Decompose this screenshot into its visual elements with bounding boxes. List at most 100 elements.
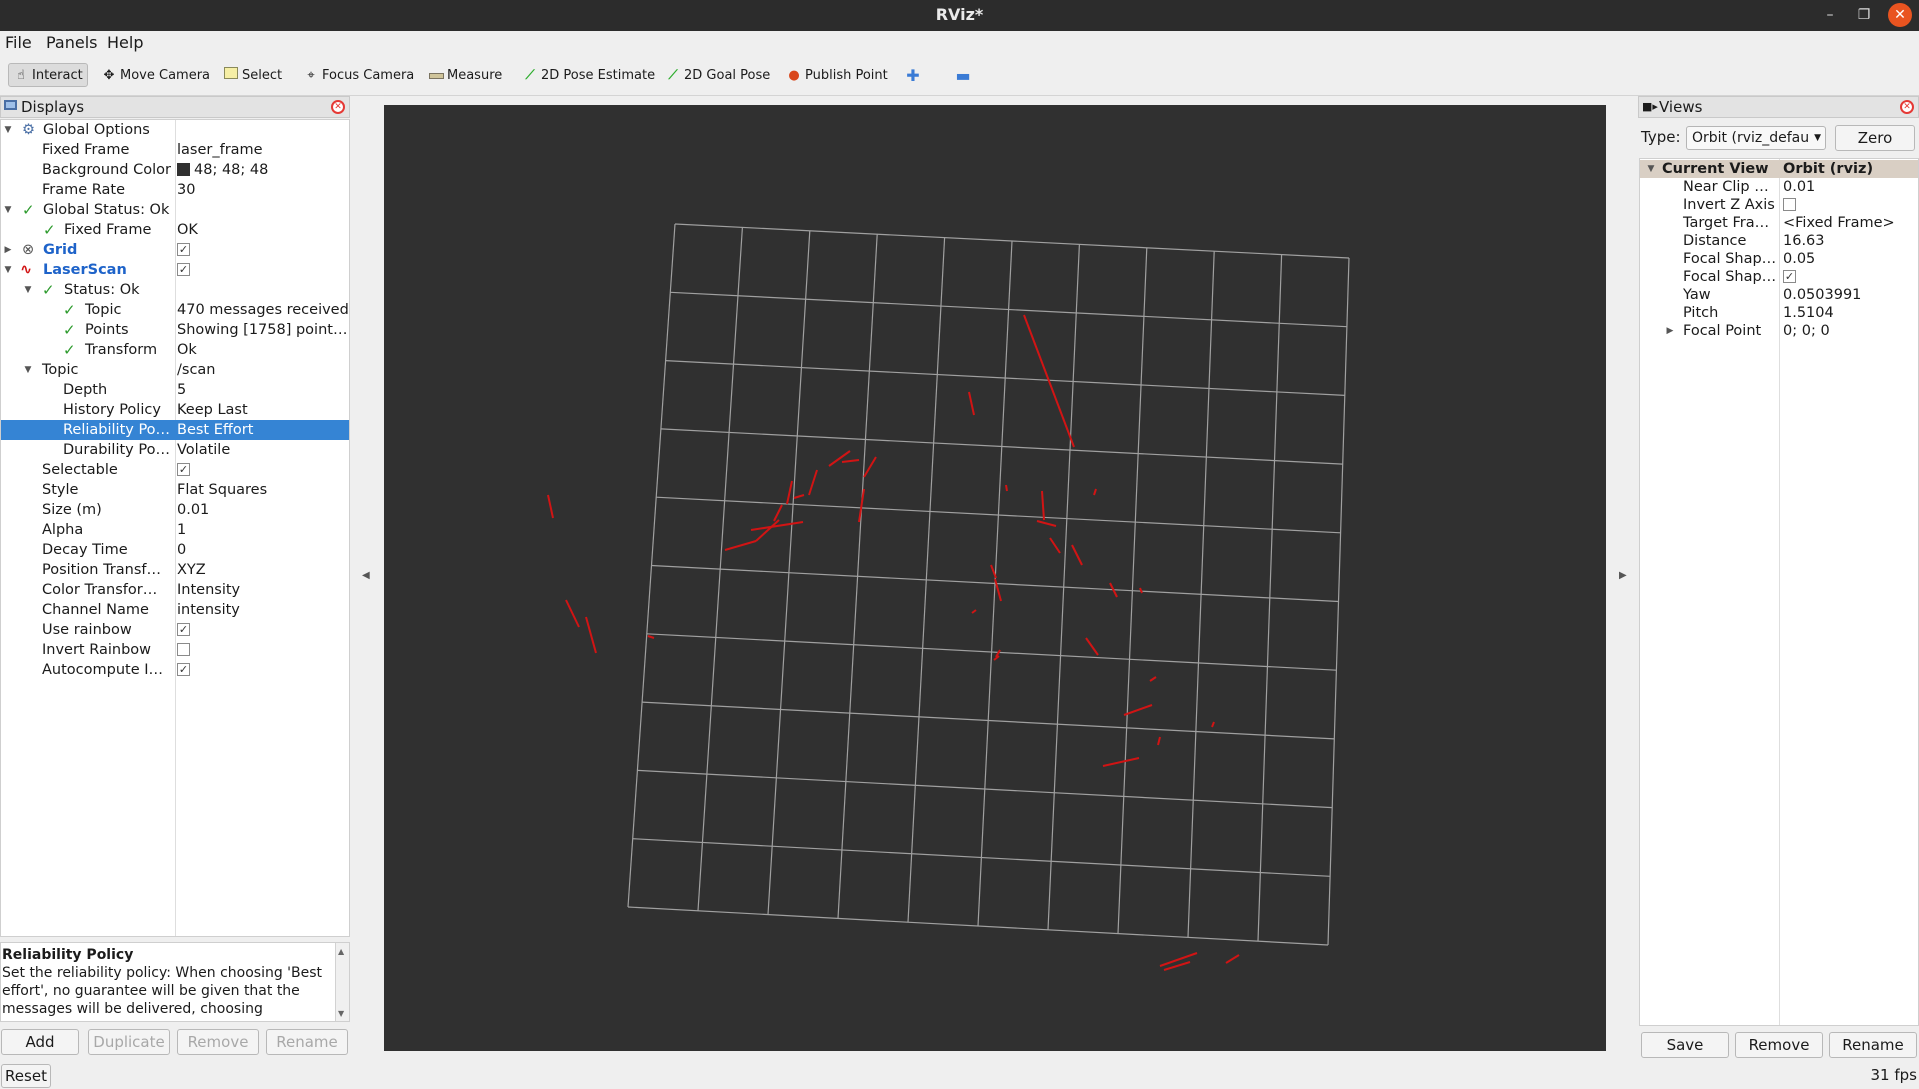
fixed-frame-value[interactable]: laser_frame xyxy=(177,140,349,160)
close-window-icon[interactable]: ✕ xyxy=(1888,3,1912,27)
minimize-icon[interactable]: – xyxy=(1818,3,1842,27)
focal-shape-size-value[interactable]: 0.05 xyxy=(1783,250,1815,268)
zero-button[interactable]: Zero xyxy=(1835,125,1915,151)
remove-tool-button[interactable]: ▬ xyxy=(955,63,974,87)
durability-policy-value[interactable]: Volatile xyxy=(177,440,349,460)
row-frame-rate[interactable]: Frame Rate 30 xyxy=(1,180,349,200)
row-near-clip[interactable]: Near Clip … 0.01 xyxy=(1640,178,1918,196)
row-topic[interactable]: ▼ Topic /scan xyxy=(1,360,349,380)
color-transformer-value[interactable]: Intensity xyxy=(177,580,349,600)
use-rainbow-checkbox[interactable]: ✓ xyxy=(177,620,349,640)
description-scrollbar[interactable]: ▲ ▼ xyxy=(335,943,349,1021)
row-target-frame[interactable]: Target Fra… <Fixed Frame> xyxy=(1640,214,1918,232)
row-invert-z-axis[interactable]: Invert Z Axis xyxy=(1640,196,1918,214)
row-pitch[interactable]: Pitch 1.5104 xyxy=(1640,304,1918,322)
restore-icon[interactable]: ❐ xyxy=(1852,3,1876,27)
row-focal-shape-size[interactable]: Focal Shap… 0.05 xyxy=(1640,250,1918,268)
collapse-arrow-icon[interactable]: ▼ xyxy=(2,200,14,220)
row-status-topic[interactable]: ✓ Topic 470 messages received xyxy=(1,300,349,320)
tool-select[interactable]: Select xyxy=(223,63,282,87)
frame-rate-value[interactable]: 30 xyxy=(177,180,349,200)
collapse-right-panel-icon[interactable]: ▶ xyxy=(1619,570,1627,581)
tool-2d-pose-estimate[interactable]: ⟋ 2D Pose Estimate xyxy=(522,63,655,87)
background-color-value[interactable]: 48; 48; 48 xyxy=(177,160,349,180)
add-tool-button[interactable]: ✚ xyxy=(905,63,924,87)
remove-view-button[interactable]: Remove xyxy=(1735,1032,1823,1058)
row-history-policy[interactable]: History Policy Keep Last xyxy=(1,400,349,420)
row-invert-rainbow[interactable]: Invert Rainbow xyxy=(1,640,349,660)
duplicate-button[interactable]: Duplicate xyxy=(88,1029,170,1055)
view-type-select[interactable]: Orbit (rviz_defau ▼ xyxy=(1686,126,1826,150)
close-panel-icon[interactable]: ✕ xyxy=(1900,100,1914,114)
focal-shape-checkbox[interactable]: ✓ xyxy=(1783,268,1796,286)
row-color-transformer[interactable]: Color Transfor… Intensity xyxy=(1,580,349,600)
expand-arrow-icon[interactable]: ▶ xyxy=(2,240,14,260)
size-value[interactable]: 0.01 xyxy=(177,500,349,520)
pitch-value[interactable]: 1.5104 xyxy=(1783,304,1834,322)
alpha-value[interactable]: 1 xyxy=(177,520,349,540)
row-background-color[interactable]: Background Color 48; 48; 48 xyxy=(1,160,349,180)
save-view-button[interactable]: Save xyxy=(1641,1032,1729,1058)
tool-move-camera[interactable]: ✥ Move Camera xyxy=(101,63,210,87)
row-status[interactable]: ▼ ✓ Status: Ok xyxy=(1,280,349,300)
row-global-options[interactable]: ▼ ⚙ Global Options xyxy=(1,120,349,140)
depth-value[interactable]: 5 xyxy=(177,380,349,400)
row-reliability-policy[interactable]: Reliability Po… Best Effort xyxy=(1,420,349,440)
row-status-transform[interactable]: ✓ Transform Ok xyxy=(1,340,349,360)
collapse-arrow-icon[interactable]: ▼ xyxy=(2,260,14,280)
selectable-checkbox[interactable]: ✓ xyxy=(177,460,349,480)
row-use-rainbow[interactable]: Use rainbow ✓ xyxy=(1,620,349,640)
row-durability-policy[interactable]: Durability Po… Volatile xyxy=(1,440,349,460)
row-status-fixed-frame[interactable]: ✓ Fixed Frame OK xyxy=(1,220,349,240)
row-decay-time[interactable]: Decay Time 0 xyxy=(1,540,349,560)
row-alpha[interactable]: Alpha 1 xyxy=(1,520,349,540)
invert-rainbow-checkbox[interactable] xyxy=(177,640,349,660)
remove-display-button[interactable]: Remove xyxy=(177,1029,259,1055)
row-autocompute-intensity[interactable]: Autocompute I… ✓ xyxy=(1,660,349,680)
menu-help[interactable]: Help xyxy=(107,33,143,52)
collapse-arrow-icon[interactable]: ▼ xyxy=(22,280,34,300)
autocompute-checkbox[interactable]: ✓ xyxy=(177,660,349,680)
row-position-transformer[interactable]: Position Transf… XYZ xyxy=(1,560,349,580)
near-clip-value[interactable]: 0.01 xyxy=(1783,178,1815,196)
rename-view-button[interactable]: Rename xyxy=(1829,1032,1917,1058)
decay-time-value[interactable]: 0 xyxy=(177,540,349,560)
position-transformer-value[interactable]: XYZ xyxy=(177,560,349,580)
add-button[interactable]: Add xyxy=(1,1029,79,1055)
reliability-policy-value[interactable]: Best Effort xyxy=(177,420,349,440)
row-laserscan[interactable]: ▼ ∿ LaserScan ✓ xyxy=(1,260,349,280)
row-selectable[interactable]: Selectable ✓ xyxy=(1,460,349,480)
history-policy-value[interactable]: Keep Last xyxy=(177,400,349,420)
rename-display-button[interactable]: Rename xyxy=(266,1029,348,1055)
menu-panels[interactable]: Panels xyxy=(46,33,98,52)
row-current-view[interactable]: ▼ Current View Orbit (rviz) xyxy=(1640,160,1918,178)
row-style[interactable]: Style Flat Squares xyxy=(1,480,349,500)
expand-arrow-icon[interactable]: ▶ xyxy=(1664,322,1676,340)
scene-canvas[interactable] xyxy=(384,105,1606,1051)
focal-point-value[interactable]: 0; 0; 0 xyxy=(1783,322,1830,340)
tool-publish-point[interactable]: ● Publish Point xyxy=(786,63,887,87)
invert-z-checkbox[interactable] xyxy=(1783,196,1796,214)
row-focal-point[interactable]: ▶ Focal Point 0; 0; 0 xyxy=(1640,322,1918,340)
collapse-arrow-icon[interactable]: ▼ xyxy=(2,120,14,140)
laserscan-enabled-checkbox[interactable]: ✓ xyxy=(177,260,349,280)
render-viewport[interactable] xyxy=(384,105,1606,1051)
row-channel-name[interactable]: Channel Name intensity xyxy=(1,600,349,620)
row-depth[interactable]: Depth 5 xyxy=(1,380,349,400)
row-fixed-frame[interactable]: Fixed Frame laser_frame xyxy=(1,140,349,160)
collapse-left-panel-icon[interactable]: ◀ xyxy=(362,570,370,581)
row-yaw[interactable]: Yaw 0.0503991 xyxy=(1640,286,1918,304)
reset-button[interactable]: Reset xyxy=(1,1064,51,1088)
tool-interact[interactable]: ☝ Interact xyxy=(8,63,88,87)
scroll-down-icon[interactable]: ▼ xyxy=(338,1005,344,1021)
tool-2d-goal-pose[interactable]: ⟋ 2D Goal Pose xyxy=(665,63,770,87)
collapse-arrow-icon[interactable]: ▼ xyxy=(1645,160,1657,178)
tool-measure[interactable]: Measure xyxy=(428,63,502,87)
channel-name-value[interactable]: intensity xyxy=(177,600,349,620)
menu-file[interactable]: File xyxy=(5,33,32,52)
row-distance[interactable]: Distance 16.63 xyxy=(1640,232,1918,250)
target-frame-value[interactable]: <Fixed Frame> xyxy=(1783,214,1895,232)
row-global-status[interactable]: ▼ ✓ Global Status: Ok xyxy=(1,200,349,220)
row-focal-shape-fixed[interactable]: Focal Shap… ✓ xyxy=(1640,268,1918,286)
style-value[interactable]: Flat Squares xyxy=(177,480,349,500)
